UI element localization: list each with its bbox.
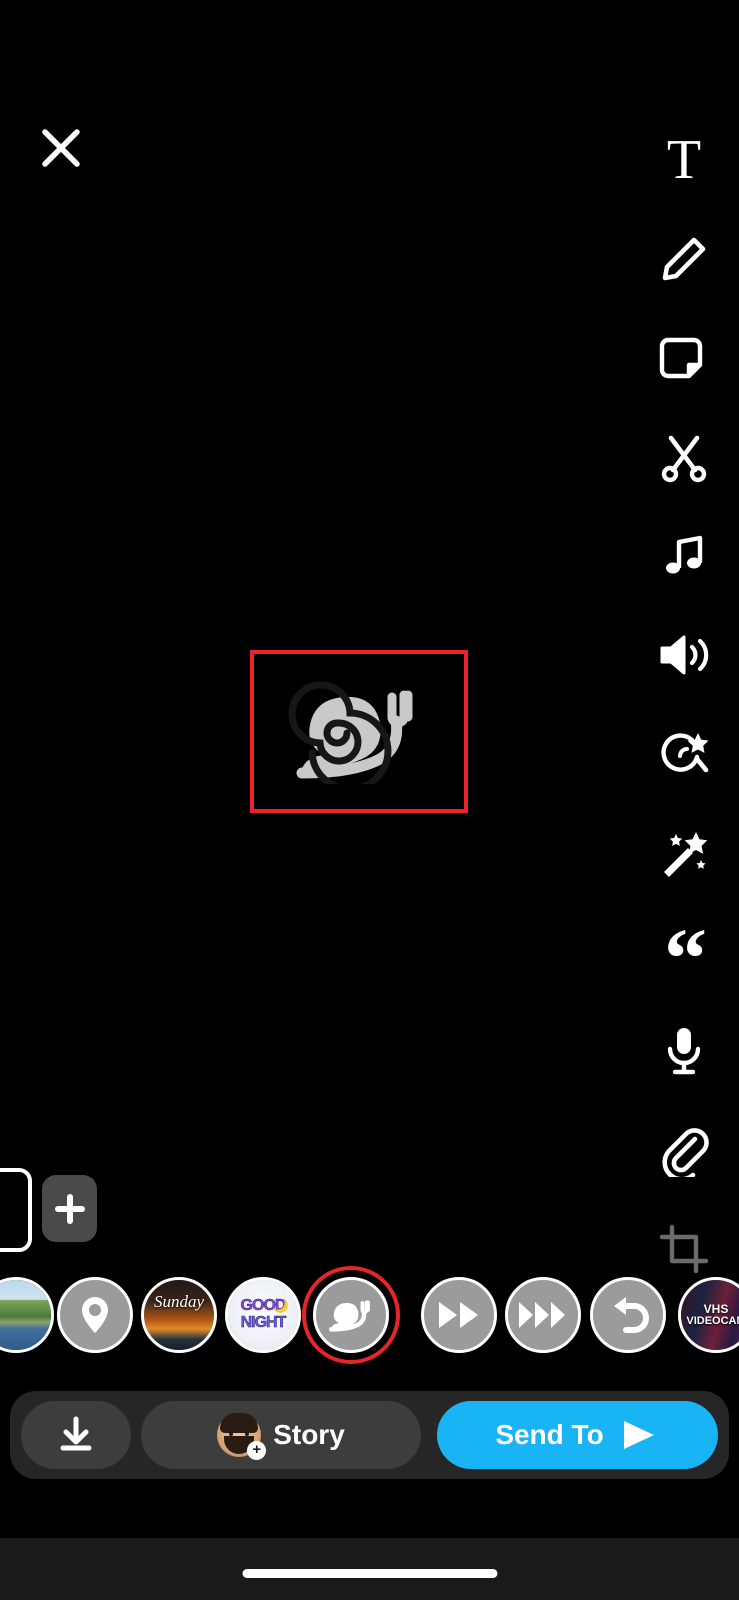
goodnight-caption-line2: NIGHT — [240, 1314, 286, 1332]
add-to-story-badge: + — [247, 1441, 267, 1460]
download-icon — [60, 1416, 92, 1451]
quote-marks-icon: “ — [664, 910, 707, 1006]
speaker-volume-icon — [660, 635, 709, 674]
scissors-icon — [661, 435, 707, 482]
tool-enhance-button[interactable] — [645, 803, 723, 902]
tool-volume-button[interactable] — [645, 605, 723, 704]
magic-wand-icon — [664, 831, 708, 877]
tool-sticker-button[interactable] — [645, 308, 723, 407]
save-button[interactable] — [21, 1401, 131, 1469]
bitmoji-avatar: + — [217, 1413, 267, 1460]
edit-tool-rail: T “ — [629, 110, 739, 1298]
snap-editor-screen: T “ Sunday GOOD NIGHT 🌙 VHS VIDEOCA + St… — [0, 0, 739, 1600]
carousel-item-goodnight[interactable]: GOOD NIGHT 🌙 — [225, 1277, 301, 1353]
add-snap-button[interactable] — [42, 1175, 97, 1242]
rewind-arrow-icon — [614, 1297, 649, 1333]
close-x-icon — [42, 129, 80, 167]
sunday-caption: Sunday — [153, 1292, 205, 1311]
location-pin-icon — [82, 1297, 108, 1333]
text-T-icon: T — [666, 128, 702, 191]
double-forward-icon — [439, 1302, 478, 1328]
carousel-item-slowmo[interactable] — [313, 1277, 389, 1353]
music-note-icon — [666, 535, 703, 573]
tool-caption-button[interactable]: “ — [645, 902, 723, 1001]
send-arrow-icon — [623, 1421, 654, 1449]
carousel-item-vhs[interactable]: VHS VIDEOCAM — [678, 1277, 739, 1353]
goodnight-thumbnail: GOOD NIGHT 🌙 — [228, 1280, 298, 1350]
moon-icon: 🌙 — [272, 1298, 289, 1313]
tool-cutout-button[interactable] — [645, 407, 723, 506]
tool-draw-button[interactable] — [645, 209, 723, 308]
vhs-caption-line1: VHS — [703, 1301, 729, 1316]
home-indicator-area — [0, 1538, 739, 1600]
snail-speed-sticker[interactable] — [250, 650, 468, 813]
triple-forward-icon — [519, 1302, 565, 1328]
bottom-action-bar: + Story Send To — [10, 1391, 729, 1479]
snail-icon — [328, 1300, 370, 1332]
carousel-item-superfast[interactable] — [505, 1277, 581, 1353]
tool-attach-link-button[interactable] — [645, 1100, 723, 1199]
crop-icon — [659, 1224, 709, 1273]
story-button[interactable]: + Story — [141, 1401, 421, 1469]
paperclip-icon — [662, 1127, 709, 1177]
snail-icon — [284, 677, 434, 787]
carousel-item-fastforward[interactable] — [421, 1277, 497, 1353]
vhs-thumbnail: VHS VIDEOCAM — [681, 1280, 739, 1350]
effects-carousel[interactable]: Sunday GOOD NIGHT 🌙 VHS VIDEOCA — [0, 1266, 739, 1369]
vhs-caption-line2: VIDEOCAM — [686, 1314, 739, 1327]
pencil-icon — [662, 237, 706, 280]
story-label: Story — [273, 1419, 345, 1450]
tool-lens-button[interactable] — [645, 704, 723, 803]
carousel-item-photo[interactable] — [0, 1277, 54, 1353]
close-button[interactable] — [33, 120, 89, 176]
sunday-thumbnail: Sunday — [144, 1280, 214, 1350]
send-to-label: Send To — [495, 1419, 604, 1450]
tool-music-button[interactable] — [645, 506, 723, 605]
home-indicator[interactable] — [242, 1569, 497, 1578]
lens-star-scan-icon — [661, 732, 709, 772]
carousel-item-sunday[interactable]: Sunday — [141, 1277, 217, 1353]
carousel-item-rewind[interactable] — [590, 1277, 666, 1353]
send-to-button[interactable]: Send To — [437, 1401, 718, 1469]
tool-text-button[interactable]: T — [645, 110, 723, 209]
sticker-icon — [659, 337, 703, 378]
microphone-icon — [667, 1027, 701, 1074]
carousel-item-location[interactable] — [57, 1277, 133, 1353]
photo-thumbnail — [0, 1280, 51, 1350]
current-snap-thumbnail[interactable] — [0, 1168, 32, 1252]
tool-voice-button[interactable] — [645, 1001, 723, 1100]
